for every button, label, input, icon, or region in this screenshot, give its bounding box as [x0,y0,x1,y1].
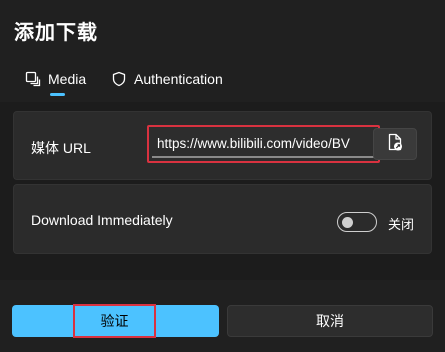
verify-button[interactable]: 验证 [12,304,219,338]
tab-media[interactable]: Media [25,64,86,94]
tab-content: 媒体 URL https://www.bilibili.com/video/BV… [0,102,445,280]
selected-tab-indicator [50,93,65,96]
media-url-input-value[interactable]: https://www.bilibili.com/video/BV [152,130,375,158]
download-immediately-card: Download Immediately 关闭 [13,184,432,254]
media-url-input[interactable]: https://www.bilibili.com/video/BV [147,125,380,163]
file-open-icon [385,132,405,157]
shield-icon [111,71,127,87]
tab-authentication-label: Authentication [134,71,223,87]
tab-authentication[interactable]: Authentication [111,64,223,94]
toggle-knob [342,217,353,228]
add-download-dialog: 添加下载 Media Authentication 媒体 URL https:/… [0,0,445,352]
toggle-state-label: 关闭 [388,217,415,232]
media-url-label: 媒体 URL [31,140,91,156]
dialog-footer: 验证 取消 [0,280,445,352]
dialog-title: 添加下载 [14,22,98,44]
media-url-card: 媒体 URL https://www.bilibili.com/video/BV [13,111,432,180]
tab-media-label: Media [48,71,87,87]
cancel-button[interactable]: 取消 [227,305,433,337]
tab-bar: Media Authentication [0,64,445,100]
media-icon [25,71,41,87]
download-immediately-label: Download Immediately [31,212,173,228]
download-immediately-toggle[interactable] [337,212,377,232]
verify-button-label: 验证 [73,304,156,338]
open-file-button[interactable] [373,128,417,160]
